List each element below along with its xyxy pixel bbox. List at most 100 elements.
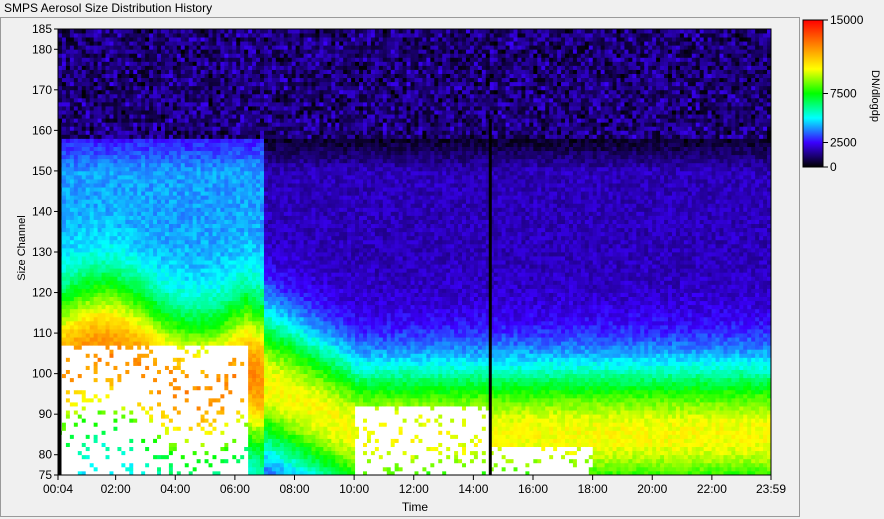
- heatmap-cell: [216, 138, 221, 143]
- heatmap-cell: [73, 199, 79, 204]
- heatmap-cell: [200, 219, 205, 225]
- heatmap-cell: [220, 385, 225, 391]
- heatmap-cell: [77, 300, 83, 306]
- heatmap-cell: [149, 162, 154, 168]
- heatmap-cell: [77, 329, 83, 334]
- heatmap-cell: [216, 385, 221, 391]
- heatmap-cell: [133, 458, 138, 464]
- heatmap-cell: [129, 223, 134, 229]
- heatmap-cell: [97, 397, 102, 403]
- heatmap-cell: [73, 231, 79, 237]
- heatmap-cell: [153, 207, 158, 212]
- heatmap-cell: [208, 296, 213, 302]
- heatmap-cell: [85, 33, 91, 38]
- heatmap-cell: [172, 191, 178, 196]
- heatmap-cell: [121, 57, 126, 62]
- heatmap-cell: [188, 122, 194, 127]
- heatmap-cell: [85, 65, 91, 70]
- heatmap-cell: [160, 430, 166, 435]
- heatmap-cell: [196, 110, 201, 115]
- heatmap-cell: [153, 252, 158, 257]
- heatmap-cell: [61, 235, 67, 241]
- heatmap-cell: [204, 73, 209, 79]
- heatmap-cell: [101, 292, 106, 297]
- heatmap-cell: [149, 195, 154, 200]
- heatmap-cell: [188, 373, 194, 379]
- heatmap-cell: [77, 122, 83, 127]
- heatmap-cell: [228, 227, 233, 233]
- heatmap-cell: [180, 454, 186, 460]
- heatmap-cell: [133, 93, 138, 99]
- heatmap-cell: [129, 146, 134, 152]
- heatmap-cell: [105, 454, 110, 460]
- heatmap-cell: [180, 154, 186, 160]
- heatmap-cell: [109, 466, 114, 472]
- heatmap-cell: [224, 138, 229, 143]
- heatmap-cell: [176, 329, 182, 334]
- heatmap-cell: [105, 357, 110, 362]
- heatmap-cell: [97, 33, 102, 38]
- heatmap-cell: [200, 81, 205, 87]
- heatmap-cell: [69, 304, 75, 310]
- heatmap-cell: [208, 341, 213, 346]
- heatmap-cell: [220, 389, 225, 395]
- heatmap-cell: [184, 239, 190, 245]
- heatmap-cell: [125, 454, 130, 460]
- heatmap-cell: [149, 361, 154, 366]
- heatmap-cell: [184, 304, 190, 310]
- heatmap-cell: [105, 462, 110, 468]
- heatmap-cell: [73, 369, 79, 375]
- heatmap-cell: [160, 239, 166, 245]
- heatmap-cell: [129, 158, 134, 164]
- heatmap-cell: [121, 203, 126, 208]
- heatmap-cell: [137, 353, 142, 358]
- heatmap-cell: [73, 442, 79, 448]
- heatmap-cell: [188, 126, 194, 131]
- heatmap-cell: [113, 304, 118, 310]
- heatmap-cell: [208, 422, 213, 427]
- heatmap-cell: [200, 97, 205, 103]
- heatmap-cell: [101, 393, 106, 399]
- heatmap-cell: [137, 191, 142, 196]
- heatmap-cell: [216, 235, 221, 241]
- heatmap-cell: [172, 162, 178, 168]
- heatmap-cell: [212, 320, 217, 326]
- heatmap-cell: [184, 179, 190, 184]
- heatmap-cell: [65, 106, 71, 111]
- heatmap-cell: [61, 312, 67, 318]
- heatmap-cell: [188, 438, 194, 443]
- heatmap-cell: [153, 130, 158, 135]
- heatmap-cell: [61, 187, 67, 192]
- heatmap-cell: [129, 268, 134, 273]
- heatmap-cell: [117, 41, 122, 46]
- heatmap-cell: [125, 349, 130, 354]
- heatmap-cell: [228, 179, 233, 184]
- heatmap-cell: [200, 365, 205, 370]
- heatmap-cell: [212, 215, 217, 220]
- heatmap-cell: [212, 118, 217, 123]
- heatmap-cell: [125, 276, 130, 281]
- heatmap-cell: [220, 406, 225, 411]
- heatmap-cell: [176, 402, 182, 407]
- heatmap-cell: [85, 252, 91, 257]
- heatmap-cell: [216, 284, 221, 289]
- heatmap-cell: [216, 458, 221, 464]
- heatmap-cell: [141, 296, 146, 302]
- heatmap-cell: [93, 252, 99, 257]
- heatmap-cell: [61, 150, 67, 156]
- heatmap-cell: [97, 235, 102, 241]
- heatmap-cell: [228, 170, 233, 176]
- heatmap-cell: [224, 69, 229, 74]
- heatmap-cell: [73, 410, 79, 415]
- heatmap-cell: [176, 142, 182, 147]
- heatmap-cell: [125, 166, 130, 172]
- heatmap-cell: [117, 215, 122, 220]
- heatmap-cell: [69, 381, 75, 387]
- heatmap-cell: [216, 166, 221, 172]
- heatmap-cell: [101, 45, 106, 50]
- heatmap-cell: [176, 126, 182, 131]
- heatmap-cell: [61, 174, 67, 180]
- heatmap-cell: [81, 357, 87, 362]
- heatmap-cell: [153, 235, 158, 241]
- heatmap-cell: [153, 329, 158, 334]
